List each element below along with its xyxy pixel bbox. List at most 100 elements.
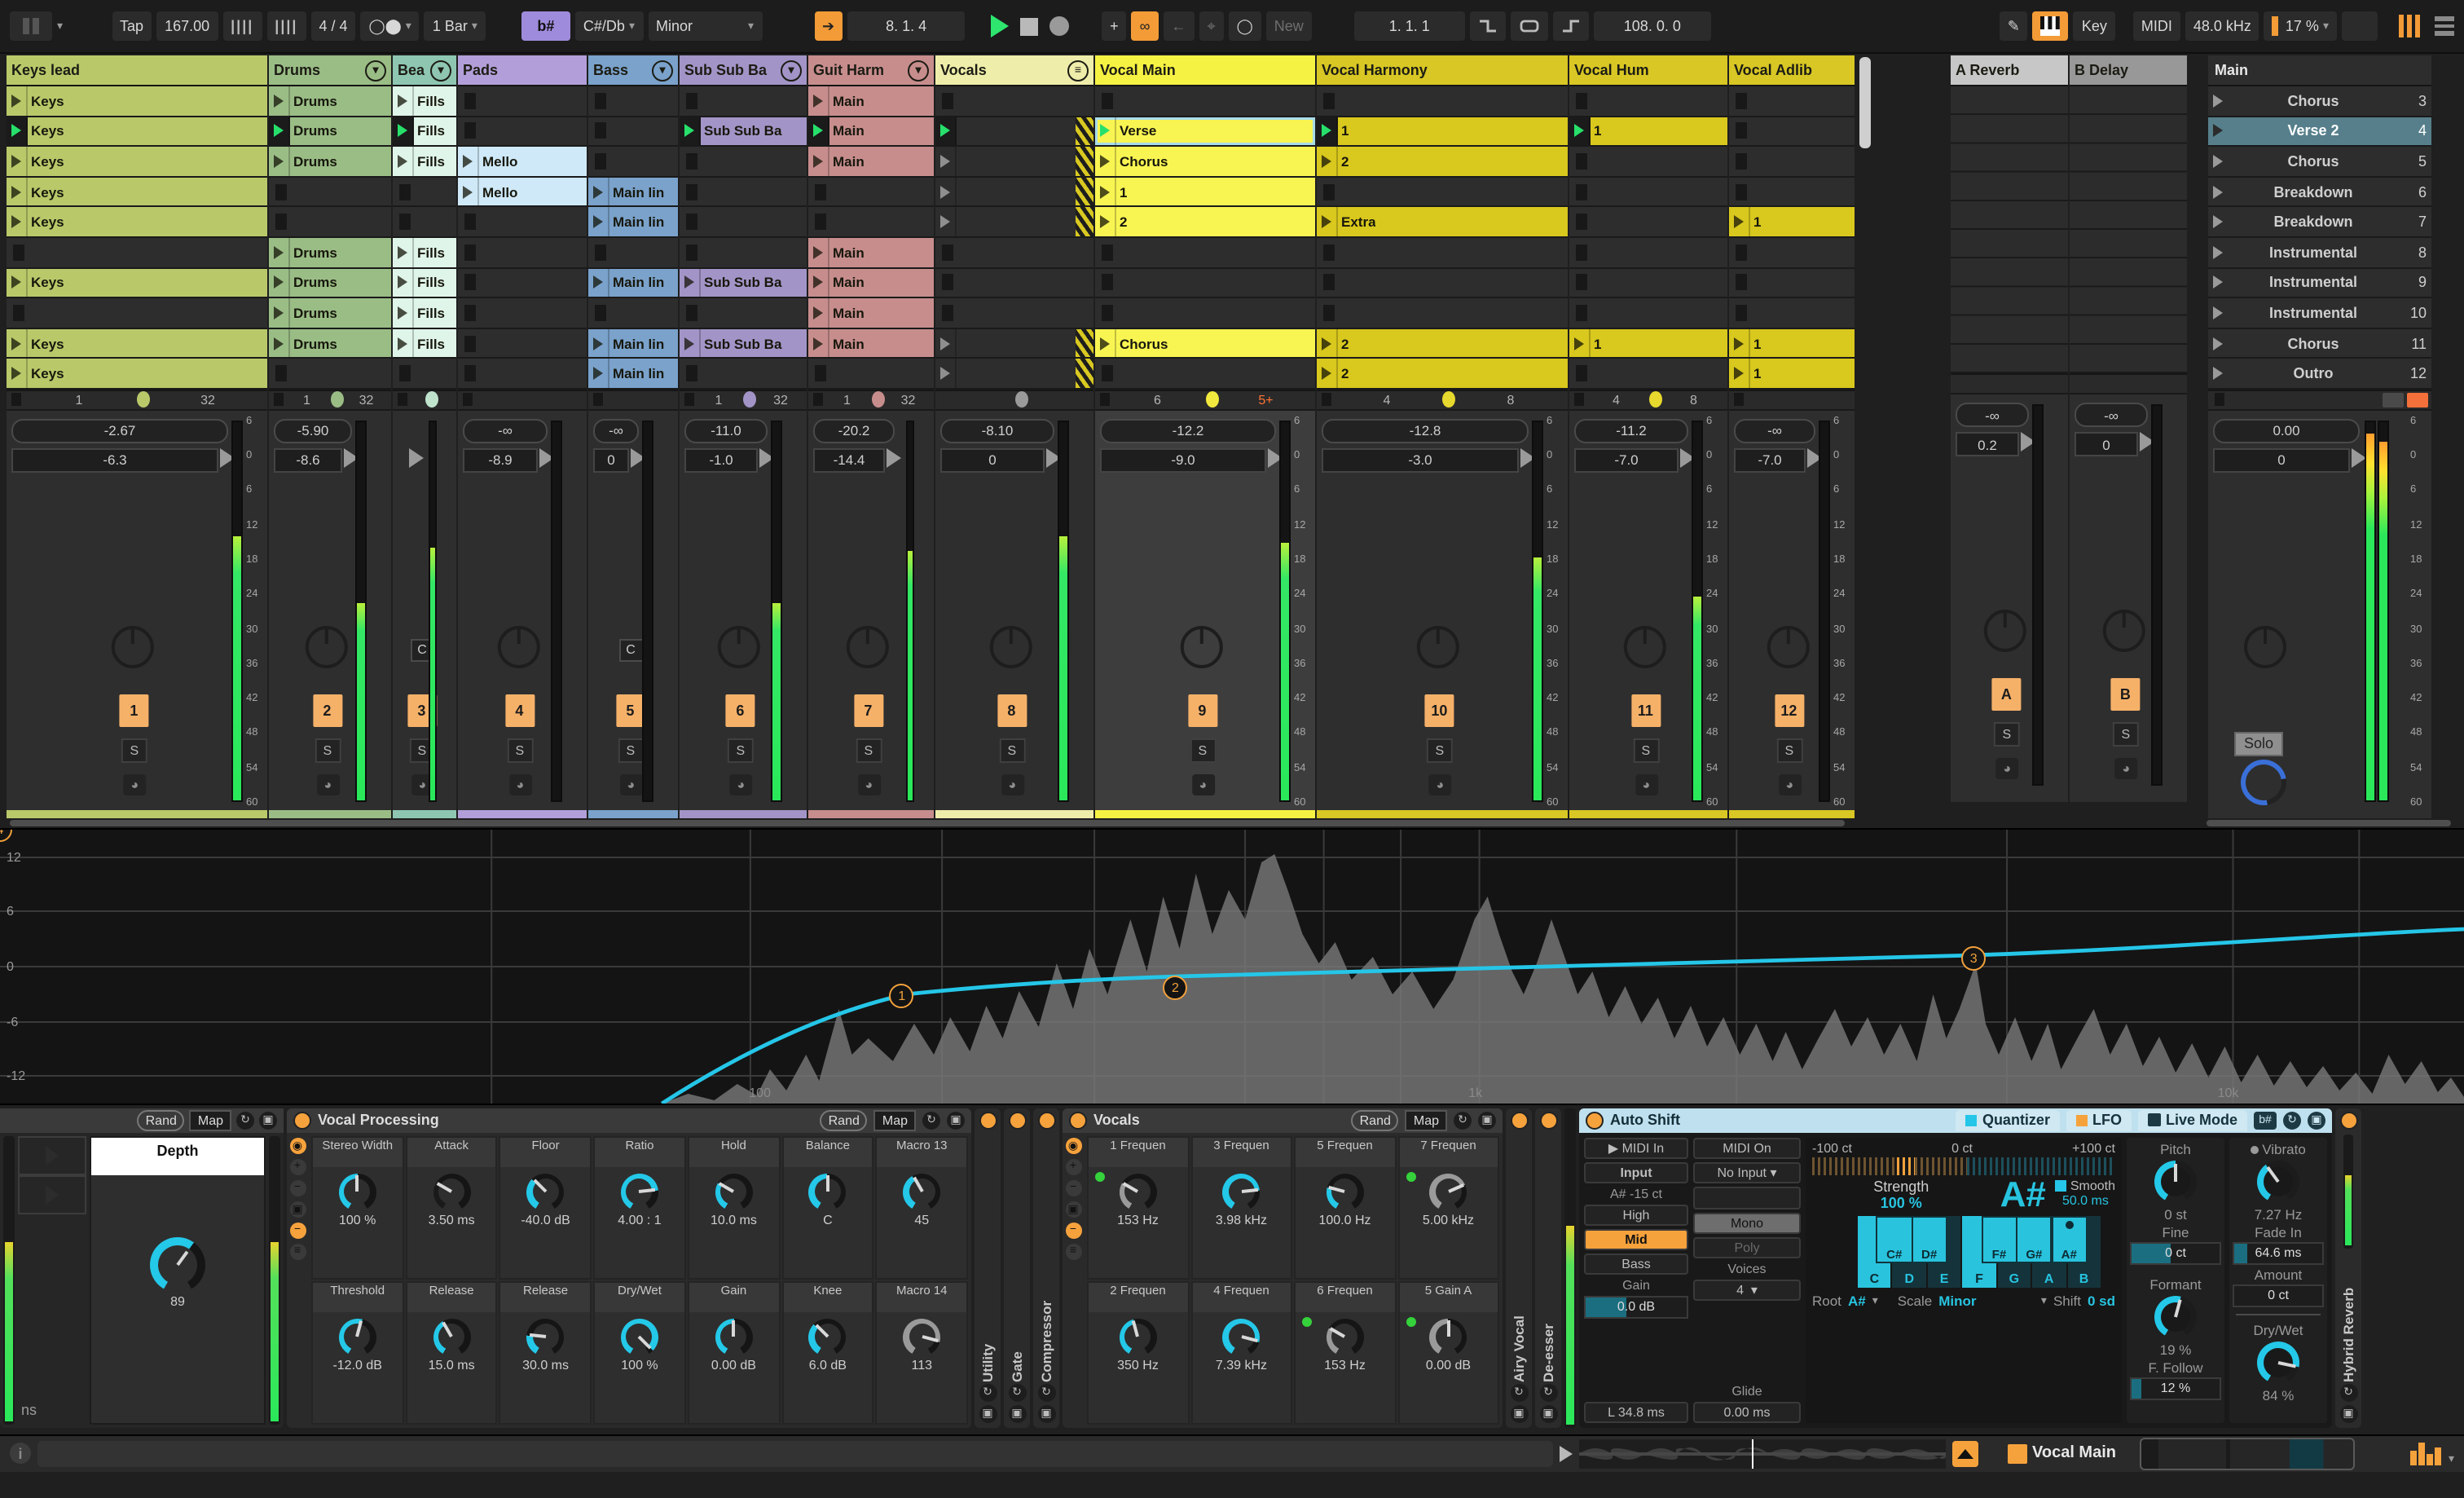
- clip-slot[interactable]: Keys: [7, 359, 267, 390]
- volume-field[interactable]: -6.3: [11, 447, 218, 473]
- peak-level-field[interactable]: -20.2: [813, 418, 895, 443]
- clip-slot[interactable]: Main: [808, 237, 934, 269]
- clip-slot[interactable]: Sub Sub Ba: [680, 328, 807, 359]
- peak-level-field[interactable]: -∞: [1956, 403, 2029, 427]
- volume-field[interactable]: -14.4: [813, 447, 885, 473]
- clip-slot[interactable]: [458, 298, 587, 329]
- clip-launch-icon[interactable]: [1095, 328, 1116, 358]
- macro-value[interactable]: 7.39 kHz: [1216, 1358, 1267, 1376]
- clip-launch-icon[interactable]: [808, 86, 829, 116]
- clip-slot[interactable]: [588, 298, 678, 329]
- arm-button[interactable]: ◕: [1635, 773, 1658, 795]
- volume-field[interactable]: -7.0: [1574, 447, 1679, 473]
- macro-knob[interactable]: [1326, 1318, 1364, 1356]
- eq-band-handle[interactable]: 3: [1961, 945, 1987, 971]
- macro-knob[interactable]: [715, 1173, 753, 1211]
- solo-button[interactable]: S: [1632, 738, 1659, 763]
- clip-launch-icon[interactable]: [7, 86, 28, 116]
- track-header[interactable]: Vocals ≡: [935, 55, 1093, 86]
- cpu-meter[interactable]: 17 % ▾: [2264, 11, 2337, 41]
- computer-midi-keyboard-button[interactable]: [2032, 11, 2069, 41]
- macro-knob[interactable]: [150, 1236, 205, 1293]
- clip-launch-icon[interactable]: [808, 237, 829, 267]
- clip-slot[interactable]: Chorus: [1095, 328, 1315, 359]
- scene-row[interactable]: Chorus 5: [2208, 147, 2431, 178]
- volume-field[interactable]: 0.2: [1956, 432, 2019, 456]
- volume-field[interactable]: -1.0: [684, 447, 758, 473]
- mono-button[interactable]: Mono: [1693, 1212, 1801, 1234]
- pan-knob[interactable]: [988, 625, 1032, 668]
- arm-button[interactable]: ◕: [1778, 773, 1802, 795]
- clip-slot[interactable]: Mello: [458, 177, 587, 208]
- clip-slot[interactable]: 2: [1317, 359, 1568, 390]
- scene-row[interactable]: Verse 2 4: [2208, 117, 2431, 148]
- draw-mode-button[interactable]: ✎: [1999, 11, 2028, 41]
- clip-slot[interactable]: Keys: [7, 147, 267, 178]
- hot-swap-icon[interactable]: ↻: [922, 1111, 940, 1130]
- hot-swap-icon[interactable]: ↻: [236, 1111, 254, 1130]
- macro-knob[interactable]: [526, 1173, 565, 1211]
- return-activator-button[interactable]: B: [2110, 678, 2141, 711]
- macro-value[interactable]: 0.00 dB: [1426, 1358, 1471, 1376]
- pan-knob[interactable]: [111, 625, 154, 668]
- new-button[interactable]: New: [1265, 11, 1312, 41]
- clip-launch-icon[interactable]: [588, 177, 609, 206]
- fader-handle[interactable]: [409, 447, 424, 468]
- clip-slot[interactable]: 2: [1317, 328, 1568, 359]
- collapsed-device[interactable]: Utility ↻ ▣: [975, 1108, 1001, 1428]
- clip-slot[interactable]: Fills: [393, 117, 456, 148]
- ffollow-slider[interactable]: 12 %: [2130, 1377, 2221, 1400]
- hot-swap-icon[interactable]: ↻: [2283, 1111, 2301, 1130]
- scene-launch-icon[interactable]: [2213, 124, 2223, 138]
- tab-lfo[interactable]: LFO: [2066, 1109, 2132, 1131]
- clip-launch-icon[interactable]: [7, 328, 28, 358]
- clip-slot[interactable]: Drums: [269, 328, 391, 359]
- volume-field[interactable]: -9.0: [1100, 447, 1266, 473]
- tab-quantizer[interactable]: Quantizer: [1956, 1109, 2060, 1131]
- clip-slot[interactable]: 1: [1569, 328, 1727, 359]
- vibrato-value[interactable]: 7.27 Hz: [2233, 1206, 2324, 1223]
- clip-launch-icon[interactable]: [588, 268, 609, 297]
- clip-launch-icon[interactable]: [680, 268, 701, 297]
- sample-rate-field[interactable]: 48.0 kHz: [2185, 11, 2259, 41]
- clip-slot[interactable]: Keys: [7, 117, 267, 148]
- clip-slot[interactable]: Main lin: [588, 207, 678, 238]
- clip-slot[interactable]: [1569, 177, 1727, 208]
- pan-knob[interactable]: [304, 625, 347, 668]
- clip-slot[interactable]: Sub Sub Ba: [680, 268, 807, 299]
- clip-slot[interactable]: [588, 237, 678, 269]
- glide-field[interactable]: 0.00 ms: [1693, 1401, 1801, 1423]
- macro-knob[interactable]: [526, 1318, 565, 1356]
- peak-level-field[interactable]: -∞: [463, 418, 548, 443]
- clip-launch-icon[interactable]: [269, 117, 290, 146]
- clip-stop-icon[interactable]: [274, 393, 284, 407]
- loop-length-field[interactable]: 108. 0. 0: [1593, 11, 1711, 41]
- device-title[interactable]: Compressor: [1038, 1130, 1054, 1382]
- scene-row[interactable]: Chorus 3: [2208, 86, 2431, 117]
- vertical-scrollbar[interactable]: [1859, 57, 1871, 148]
- device-title[interactable]: Auto Shift: [1610, 1112, 1680, 1129]
- pan-knob[interactable]: [2244, 625, 2286, 668]
- macro-value[interactable]: 3.50 ms: [429, 1213, 475, 1231]
- band-button-high[interactable]: High: [1584, 1204, 1688, 1226]
- macro-knob[interactable]: [1222, 1173, 1261, 1211]
- peak-level-field[interactable]: -12.2: [1100, 418, 1276, 443]
- device-title[interactable]: De-esser: [1540, 1130, 1556, 1382]
- back-to-arrangement-icon[interactable]: [2383, 392, 2404, 408]
- clip-slot[interactable]: [1317, 177, 1568, 208]
- scene-launch-icon[interactable]: [2213, 367, 2223, 381]
- clip-slot[interactable]: [1569, 359, 1727, 390]
- clip-slot[interactable]: Drums: [269, 117, 391, 148]
- pre-post-button[interactable]: ◕: [1995, 758, 2019, 779]
- pan-knob[interactable]: [1766, 625, 1809, 668]
- clip-launch-icon[interactable]: [1317, 117, 1338, 146]
- track-activator-button[interactable]: 6: [725, 694, 755, 727]
- clip-slot[interactable]: [588, 147, 678, 178]
- scene-row[interactable]: Instrumental 9: [2208, 268, 2431, 299]
- vibrato-knob[interactable]: [2257, 1160, 2299, 1203]
- arm-button[interactable]: ◕: [123, 773, 147, 795]
- clip-slot[interactable]: Keys: [7, 207, 267, 238]
- scene-launch-icon[interactable]: [2213, 245, 2223, 259]
- arm-button[interactable]: ◕: [1428, 773, 1452, 795]
- clip-slot[interactable]: Main: [808, 328, 934, 359]
